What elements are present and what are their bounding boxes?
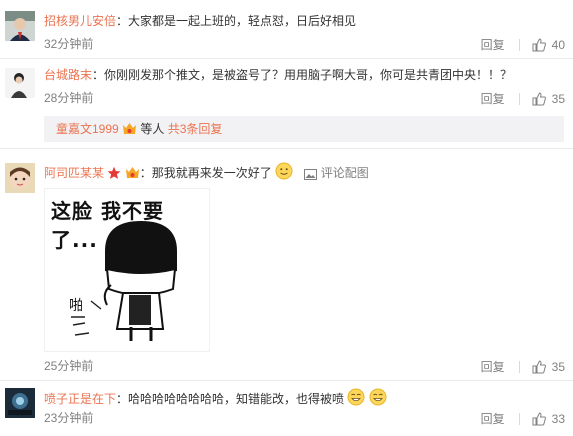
vip-badge-icon [125, 167, 139, 178]
avatar[interactable] [5, 388, 35, 418]
comment-text: 台城路末：你刚刚发那个推文，是被盗号了？用用脑子啊大哥，你可是共青团中央！！？ [44, 68, 513, 82]
divider [518, 360, 520, 373]
like-button[interactable]: 33 [532, 412, 565, 426]
view-comment-image-label: 评论配图 [320, 166, 369, 180]
laugh-emoji-icon [369, 388, 387, 406]
star-badge-icon [107, 166, 121, 179]
comment-item: 招核男儿安倍：大家都是一起上班的，轻点怼，日后好相见 32分钟前 回复 40 [0, 0, 573, 58]
comment-actions: 回复 35 [481, 90, 565, 107]
reply-button[interactable]: 回复 [481, 36, 505, 53]
timestamp: 32分钟前 [44, 37, 94, 51]
comment-text: 阿司匹某某 ：那我就再来发一次好了 评论配图 [44, 162, 369, 181]
comment-actions: 回复 40 [481, 36, 565, 53]
username-link[interactable]: 台城路末 [44, 68, 92, 82]
like-button[interactable]: 40 [532, 38, 565, 52]
avatar[interactable] [5, 11, 35, 41]
comment-text: 喷子正是在下：哈哈哈哈哈哈哈哈，知错能改，也得被喷 [44, 388, 387, 407]
timestamp: 23分钟前 [44, 411, 94, 425]
like-count: 40 [551, 37, 565, 52]
like-count: 35 [551, 359, 565, 374]
comment-text: 招核男儿安倍：大家都是一起上班的，轻点怼，日后好相见 [44, 14, 357, 28]
comment-item: 台城路末：你刚刚发那个推文，是被盗号了？用用脑子啊大哥，你可是共青团中央！！？ … [0, 58, 573, 148]
like-count: 35 [551, 91, 565, 106]
divider [518, 412, 520, 425]
like-count: 33 [551, 411, 565, 426]
thumbs-up-icon [532, 91, 546, 105]
reply-button[interactable]: 回复 [481, 90, 505, 107]
sub-reply-middle: 等人 [140, 122, 165, 136]
timestamp: 25分钟前 [44, 359, 94, 373]
thumbs-up-icon [532, 37, 546, 51]
divider [518, 92, 520, 105]
username-link[interactable]: 喷子正是在下 [44, 392, 116, 406]
like-button[interactable]: 35 [532, 360, 565, 374]
avatar[interactable] [5, 163, 35, 193]
meme-sound-text: 啪 [69, 298, 83, 314]
comment-body: 哈哈哈哈哈哈哈哈，知错能改，也得被喷 [128, 392, 345, 406]
smile-emoji-icon [275, 162, 293, 180]
timestamp: 28分钟前 [44, 91, 94, 105]
avatar[interactable] [5, 68, 35, 98]
like-button[interactable]: 35 [532, 92, 565, 106]
thumbs-up-icon [532, 411, 546, 425]
divider [0, 380, 573, 381]
comment-actions: 回复 35 [481, 358, 565, 375]
sub-replies-bar[interactable]: 童嘉文1999 等人 共3条回复 [44, 116, 564, 142]
sub-reply-count-link[interactable]: 共3条回复 [168, 122, 223, 136]
thumbs-up-icon [532, 359, 546, 373]
reply-button[interactable]: 回复 [481, 358, 505, 375]
view-comment-image-link[interactable]: 评论配图 [304, 166, 369, 180]
comment-body: 你刚刚发那个推文，是被盗号了？用用脑子啊大哥，你可是共青团中央！！？ [104, 68, 513, 82]
comment-actions: 回复 33 [481, 410, 565, 427]
vip-badge-icon [123, 123, 137, 134]
comment-body: 那我就再来发一次好了 [151, 166, 272, 180]
reply-button[interactable]: 回复 [481, 410, 505, 427]
comment-image[interactable]: 这脸 我不要了... 啪 [44, 188, 210, 352]
meme-cartoon [71, 221, 177, 341]
sub-reply-user[interactable]: 童嘉文1999 [56, 122, 119, 136]
divider [518, 38, 520, 51]
image-icon [304, 169, 318, 180]
username-link[interactable]: 阿司匹某某 [44, 166, 104, 180]
laugh-emoji-icon [347, 388, 365, 406]
comment-body: 大家都是一起上班的，轻点怼，日后好相见 [128, 14, 357, 28]
username-link[interactable]: 招核男儿安倍 [44, 14, 116, 28]
